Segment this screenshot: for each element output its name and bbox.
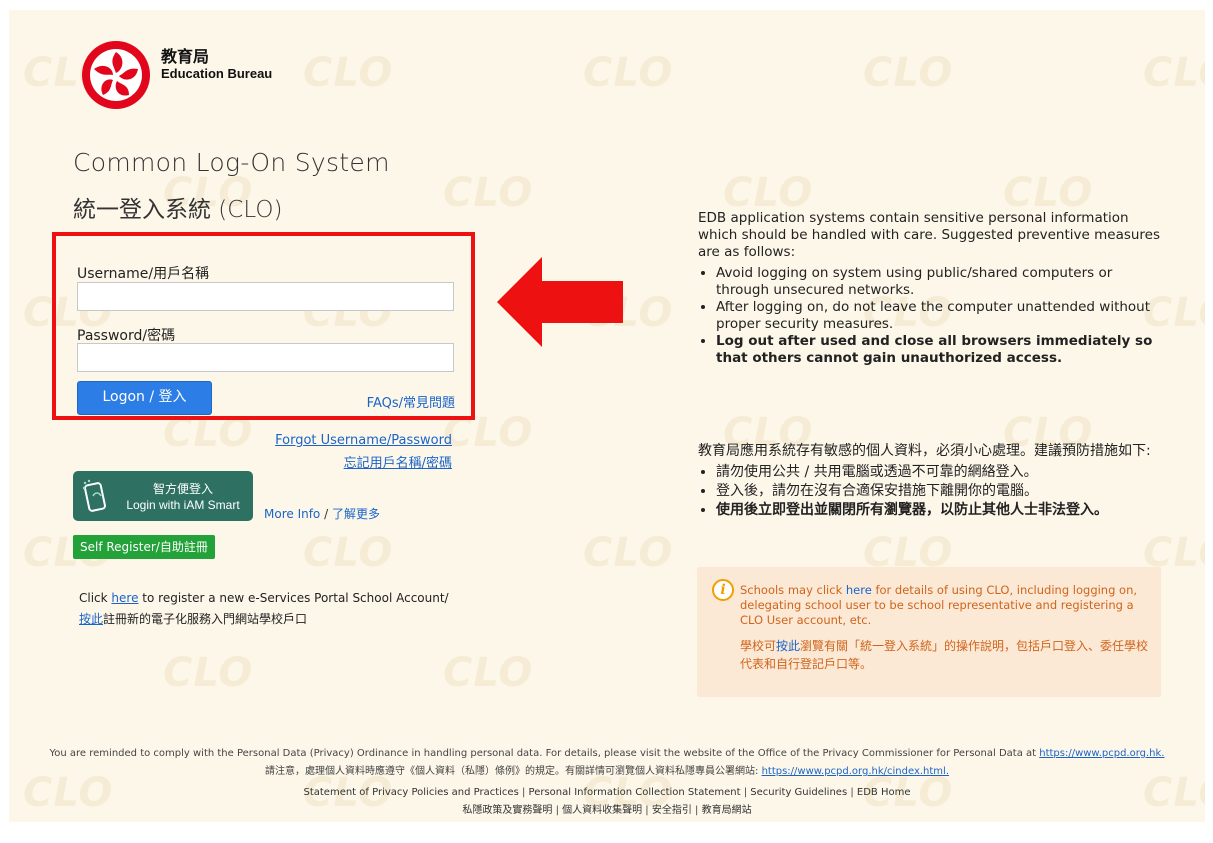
- school-info-here-link[interactable]: here: [846, 583, 872, 597]
- logon-button[interactable]: Logon / 登入: [77, 381, 212, 415]
- security-measure-item-zh: 登入後，請勿在沒有合適保安措施下離開你的電腦。: [716, 482, 1164, 501]
- forgot-username-password-link[interactable]: Forgot Username/Password: [275, 433, 452, 448]
- page-title-en: Common Log-On System: [73, 148, 390, 177]
- security-notice-zh: 教育局應用系統存有敏感的個人資料，必須小心處理。建議預防措施如下: 請勿使用公共…: [698, 442, 1164, 520]
- more-info-link-zh[interactable]: 了解更多: [332, 507, 380, 521]
- school-info-box: i Schools may click here for details of …: [697, 567, 1161, 697]
- pics-link-zh[interactable]: 個人資料收集聲明: [562, 805, 642, 816]
- faq-link[interactable]: FAQs/常見問題: [367, 392, 455, 411]
- footer-links-en: Statement of Privacy Policies and Practi…: [9, 787, 1205, 798]
- footer-separator: |: [552, 805, 563, 816]
- more-info: More Info / 了解更多: [264, 505, 380, 522]
- more-info-separator: /: [320, 507, 332, 521]
- org-name-zh: 教育局: [161, 47, 210, 66]
- security-notice-en: EDB application systems contain sensitiv…: [698, 210, 1164, 367]
- pcpd-link[interactable]: https://www.pcpd.org.hk.: [1039, 748, 1164, 759]
- security-guidelines-link-zh[interactable]: 安全指引: [652, 805, 692, 816]
- footer-separator: |: [642, 805, 652, 816]
- school-info-en: Schools may click here for details of us…: [740, 583, 1150, 628]
- clo-watermark: CLO: [303, 530, 394, 576]
- pics-link[interactable]: Personal Information Collection Statemen…: [529, 787, 741, 798]
- edb-home-link[interactable]: EDB Home: [857, 787, 911, 798]
- iam-smart-label-en: Login with iAM Smart: [126, 498, 240, 512]
- forgot-username-password-link-zh[interactable]: 忘記用戶名稱/密碼: [344, 452, 452, 471]
- security-measure-item-zh: 使用後立即登出並關閉所有瀏覽器，以防止其他人士非法登入。: [716, 501, 1164, 520]
- login-form-highlight: Username/用戶名稱 Password/密碼 Logon / 登入 FAQ…: [52, 232, 475, 420]
- register-notice-zh: 按此註冊新的電子化服務入門網站學校戶口: [79, 610, 307, 627]
- clo-watermark: CLO: [443, 650, 534, 696]
- register-here-link[interactable]: here: [111, 591, 138, 605]
- security-guidelines-link[interactable]: Security Guidelines: [750, 787, 847, 798]
- footer-separator: |: [740, 787, 751, 798]
- school-info-pre: Schools may click: [740, 583, 846, 597]
- hksar-bauhinia-emblem: [82, 41, 150, 109]
- register-here-link-zh[interactable]: 按此: [79, 612, 103, 626]
- school-info-here-link-zh[interactable]: 按此: [776, 639, 800, 653]
- register-notice-pre: Click: [79, 591, 112, 605]
- clo-watermark: CLO: [863, 50, 954, 96]
- security-measure-item: Log out after used and close all browser…: [716, 333, 1164, 367]
- clo-watermark: CLO: [583, 50, 674, 96]
- security-measure-item: Avoid logging on system using public/sha…: [716, 265, 1164, 299]
- self-register-button[interactable]: Self Register/自助註冊: [73, 535, 215, 559]
- security-measures-list-zh: 請勿使用公共 / 共用電腦或透過不可靠的網絡登入。 登入後，請勿在沒有合適保安措…: [698, 463, 1164, 520]
- password-label: Password/密碼: [77, 328, 176, 344]
- school-info-zh: 學校可按此瀏覽有關「統一登入系統」的操作說明，包括戶口登入、委任學校代表和自行登…: [740, 637, 1150, 673]
- red-arrow-icon: [497, 257, 623, 347]
- register-notice-en: Click here to register a new e-Services …: [79, 591, 449, 605]
- more-info-link[interactable]: More Info: [264, 507, 320, 521]
- edb-home-link-zh[interactable]: 教育局網站: [702, 805, 752, 816]
- org-name-en: Education Bureau: [161, 66, 273, 81]
- username-label: Username/用戶名稱: [77, 266, 210, 282]
- privacy-policy-link[interactable]: Statement of Privacy Policies and Practi…: [303, 787, 518, 798]
- privacy-reminder-text: You are reminded to comply with the Pers…: [49, 748, 1040, 759]
- iam-smart-label-zh: 智方便登入: [152, 482, 213, 496]
- login-page: CLOCLOCLOCLOCLOCLOCLOCLOCLOCLOCLOCLOCLOC…: [9, 10, 1205, 822]
- pcpd-link-zh[interactable]: https://www.pcpd.org.hk/cindex.html.: [762, 766, 949, 777]
- footer-separator: |: [691, 805, 702, 816]
- username-input[interactable]: [77, 282, 454, 311]
- clo-watermark: CLO: [443, 170, 534, 216]
- iam-smart-login-button[interactable]: 智方便登入 Login with iAM Smart: [73, 471, 253, 521]
- security-measures-list: Avoid logging on system using public/sha…: [698, 265, 1164, 367]
- security-notice-intro: EDB application systems contain sensitiv…: [698, 210, 1161, 260]
- security-measure-item-zh: 請勿使用公共 / 共用電腦或透過不可靠的網絡登入。: [716, 463, 1164, 482]
- privacy-policy-link-zh[interactable]: 私隱政策及實務聲明: [462, 805, 552, 816]
- clo-watermark: CLO: [303, 50, 394, 96]
- privacy-reminder-zh: 請注意，處理個人資料時應遵守《個人資料（私隱）條例》的規定。有關詳情可瀏覽個人資…: [9, 762, 1205, 777]
- footer-links-zh: 私隱政策及實務聲明 | 個人資料收集聲明 | 安全指引 | 教育局網站: [9, 801, 1205, 816]
- info-icon: i: [712, 579, 734, 601]
- register-notice-post: to register a new e-Services Portal Scho…: [138, 591, 449, 605]
- page-title-zh: 統一登入系統 (CLO): [73, 197, 283, 223]
- footer-separator: |: [847, 787, 857, 798]
- password-input[interactable]: [77, 343, 454, 372]
- register-notice-post-zh: 註冊新的電子化服務入門網站學校戶口: [103, 612, 308, 626]
- security-measure-item: After logging on, do not leave the compu…: [716, 299, 1164, 333]
- footer-separator: |: [518, 787, 529, 798]
- clo-watermark: CLO: [583, 530, 674, 576]
- security-notice-intro-zh: 教育局應用系統存有敏感的個人資料，必須小心處理。建議預防措施如下:: [698, 443, 1151, 459]
- school-info-pre-zh: 學校可: [740, 639, 777, 653]
- clo-watermark: CLO: [1143, 50, 1205, 96]
- clo-watermark: CLO: [163, 650, 254, 696]
- privacy-reminder-text-zh: 請注意，處理個人資料時應遵守《個人資料（私隱）條例》的規定。有關詳情可瀏覽個人資…: [265, 766, 762, 777]
- iam-smart-phone-icon: [82, 479, 106, 512]
- privacy-reminder-en: You are reminded to comply with the Pers…: [9, 748, 1205, 759]
- school-info-post-zh: 瀏覽有關「統一登入系統」的操作說明，包括戶口登入、委任學校代表和自行登記戶口等。: [740, 639, 1149, 671]
